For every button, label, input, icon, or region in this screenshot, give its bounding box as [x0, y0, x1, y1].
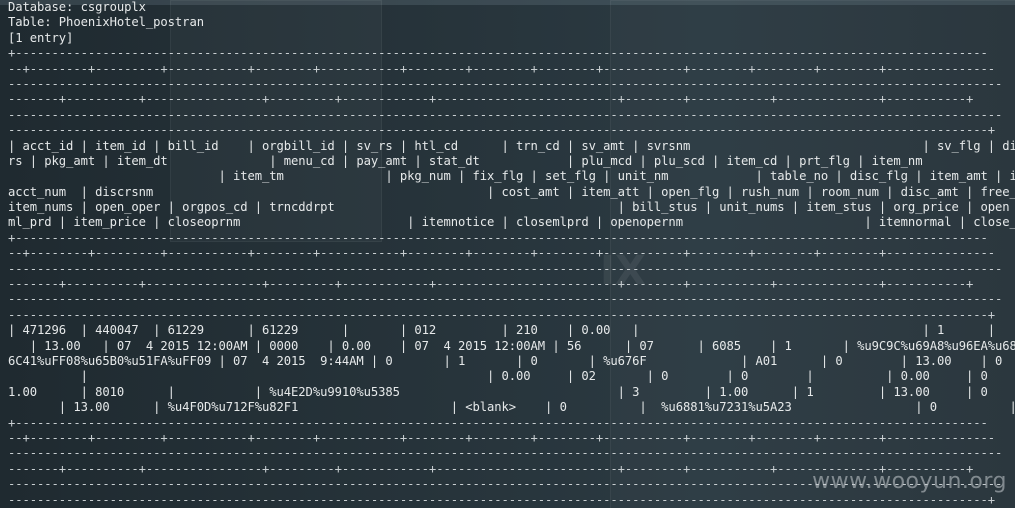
table-border-line: ----------------------------------------…	[8, 446, 1003, 461]
terminal-output[interactable]: Database: csgrouplx Table: PhoenixHotel_p…	[8, 0, 1015, 508]
table-border-line: --+--------+---------+-----------+------…	[8, 61, 996, 76]
terminal-line: Database: csgrouplx	[8, 0, 146, 14]
table-row-line: | 13.00 | 07 4 2015 12:00AM | 0000 | 0.0…	[8, 338, 1015, 353]
table-row-line: 1.00 | 8010 | | %u4E2D%u9910%u5385 | 3 |…	[8, 384, 1010, 399]
watermark-text: www.wooyun.org	[812, 469, 1007, 494]
table-header-line: | acct_id | item_id | bill_id | orgbill_…	[8, 138, 1015, 153]
table-row-line: | | 0.00 | 02 | 0 | 0 | | 0.00 | 0 | 0 |	[80, 369, 988, 384]
table-border-line: -------+----------+----------------+----…	[8, 277, 974, 292]
terminal-line: [1 entry]	[8, 30, 74, 45]
table-row-line: | 471296 | 440047 | 61229 | 61229 | | 01…	[8, 323, 1015, 338]
table-border-line: -------+----------+----------------+----…	[8, 92, 974, 107]
table-header-line: item_nums | open_oper | orgpos_cd | trnc…	[8, 200, 1010, 215]
table-row-line: 6C41%uFF08%u65B0%u51FA%uFF09 | 07 4 2015…	[8, 353, 1015, 368]
table-row-line: | 13.00 | %u4F0D%u712F%u82F1 | <blank> |…	[8, 400, 1015, 415]
terminal-window[interactable]: IX Database: csgrouplx Table: PhoenixHote…	[0, 0, 1015, 508]
table-header-line: rs | pkg_amt | item_dt | menu_cd | pay_a…	[8, 153, 923, 168]
table-border-line: ----------------------------------------…	[8, 261, 1003, 276]
table-border-line: --+--------+---------+-----------+------…	[8, 430, 996, 445]
table-border-line: --+--------+---------+-----------+------…	[8, 246, 996, 261]
table-border-line: ----------------------------------------…	[8, 492, 996, 507]
table-border-line: ----------------------------------------…	[8, 307, 996, 322]
table-border-line: ----------------------------------------…	[8, 292, 1003, 307]
table-header-line: | item_tm | pkg_num | fix_flg | set_flg …	[8, 169, 1015, 184]
table-border-line: ----------------------------------------…	[8, 123, 996, 138]
terminal-line: Table: PhoenixHotel_postran	[8, 15, 204, 30]
table-border-line: +---------------------------------------…	[8, 46, 988, 61]
table-border-line: +---------------------------------------…	[8, 230, 988, 245]
table-border-line: +---------------------------------------…	[8, 415, 988, 430]
table-border-line: ----------------------------------------…	[8, 107, 1003, 122]
table-header-line: acct_num | discrsnm | cost_amt | item_at…	[8, 184, 1015, 199]
table-header-line: ml_prd | item_price | closeoprnm | itemn…	[8, 215, 1015, 230]
table-border-line: ----------------------------------------…	[8, 76, 1003, 91]
